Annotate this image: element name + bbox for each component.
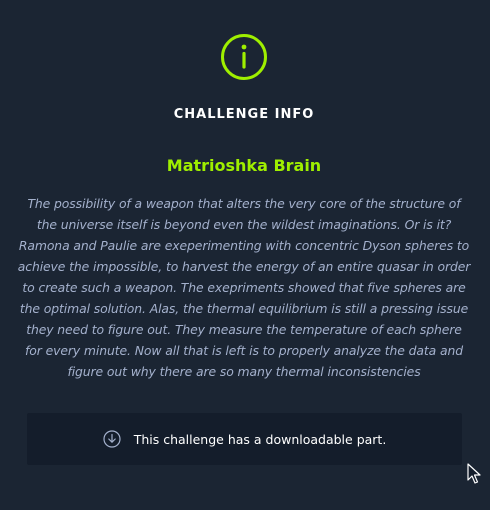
challenge-info-panel: CHALLENGE INFO Matrioshka Brain The poss… (0, 0, 490, 510)
challenge-title: Matrioshka Brain (166, 156, 322, 175)
section-heading: CHALLENGE INFO (173, 107, 315, 122)
info-circle-icon (221, 34, 267, 80)
download-notice[interactable]: This challenge has a downloadable part. (27, 413, 462, 465)
arrow-cursor-icon (467, 463, 481, 484)
download-circle-icon (103, 430, 121, 448)
download-notice-text: This challenge has a downloadable part. (133, 431, 387, 447)
challenge-description: The possibility of a weapon that alters … (17, 196, 471, 379)
